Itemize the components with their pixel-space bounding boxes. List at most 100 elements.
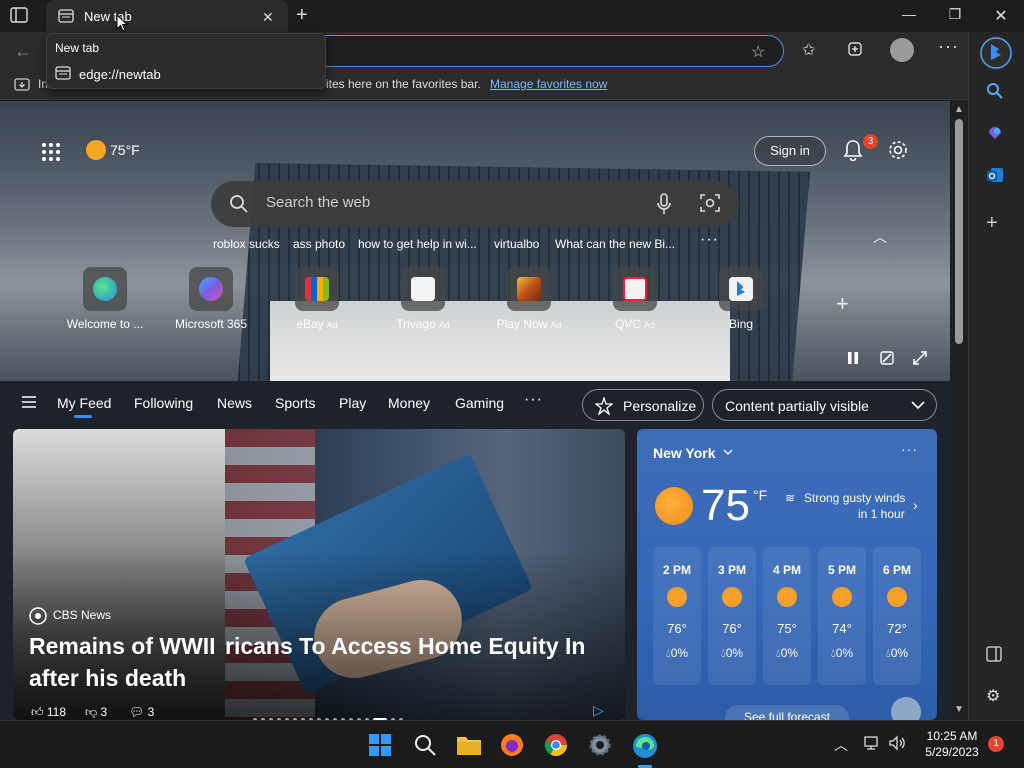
restore-button[interactable]: ❐	[939, 6, 971, 26]
tab-money[interactable]: Money	[388, 395, 430, 411]
trending-search[interactable]: roblox sucks	[213, 237, 280, 251]
hamburger-menu-icon[interactable]	[22, 396, 36, 408]
quick-link[interactable]: Microsoft 365	[161, 267, 261, 331]
trending-search[interactable]: ass photo	[293, 237, 345, 251]
weather-city[interactable]: New York	[653, 445, 716, 461]
scroll-up-arrow-icon[interactable]: ▲	[954, 104, 964, 115]
notification-center-badge[interactable]: 1	[988, 736, 1004, 752]
microsoft-365-icon[interactable]	[986, 124, 1004, 142]
hourly-forecast[interactable]: 2 PM 76° 💧︎0%	[653, 547, 701, 685]
profile-avatar[interactable]	[890, 38, 914, 62]
settings-gear-icon[interactable]	[588, 733, 612, 757]
favorites-icon[interactable]: ✩	[802, 40, 815, 60]
tab-news[interactable]: News	[217, 395, 252, 411]
weather-avatar[interactable]	[891, 697, 921, 720]
visual-search-icon[interactable]	[700, 193, 720, 213]
windows-start-icon[interactable]	[368, 733, 392, 757]
tab-my-feed[interactable]: My Feed	[57, 395, 111, 411]
add-sidebar-app-icon[interactable]: +	[986, 212, 998, 235]
trending-search[interactable]: how to get help in wi...	[358, 237, 477, 251]
collections-icon[interactable]	[846, 40, 864, 58]
web-search-box[interactable]	[211, 181, 739, 227]
scroll-thumb[interactable]	[955, 119, 963, 344]
top-story-carousel[interactable]: CBS News Remains of WWII after his death…	[13, 429, 625, 720]
outlook-icon[interactable]	[986, 166, 1004, 184]
sidebar-settings-icon[interactable]: ⚙	[986, 686, 1000, 706]
sign-in-button[interactable]: Sign in	[754, 136, 826, 166]
search-input[interactable]	[266, 194, 636, 211]
trending-search[interactable]: What can the new Bi...	[555, 237, 675, 251]
minimize-button[interactable]: —	[893, 6, 925, 26]
content-visibility-dropdown[interactable]: Content partially visible	[712, 389, 937, 421]
story-source[interactable]: CBS News	[53, 608, 111, 622]
quick-link[interactable]: Bing	[691, 267, 791, 331]
chrome-icon[interactable]	[544, 733, 568, 757]
quick-link[interactable]: Play Now Ad	[479, 267, 579, 331]
tab-following[interactable]: Following	[134, 395, 193, 411]
story-headline-left-2[interactable]: after his death	[29, 665, 186, 692]
ad-choices-icon[interactable]: ▷	[593, 702, 604, 719]
microphone-icon[interactable]	[656, 193, 672, 215]
expand-icon[interactable]	[913, 351, 927, 365]
like-button[interactable]: 👍︎ 118	[31, 705, 66, 720]
search-icon[interactable]	[986, 82, 1004, 100]
tab-play[interactable]: Play	[339, 395, 366, 411]
personalize-button[interactable]: Personalize	[582, 389, 704, 421]
hide-sidebar-icon[interactable]	[986, 646, 1002, 662]
story-headline-left[interactable]: Remains of WWII	[29, 633, 216, 660]
volume-icon[interactable]	[888, 735, 906, 751]
hourly-forecast[interactable]: 5 PM 74° 💧︎0%	[818, 547, 866, 685]
tab-gaming[interactable]: Gaming	[455, 395, 504, 411]
manage-favorites-link[interactable]: Manage favorites now	[490, 77, 607, 91]
network-icon[interactable]	[864, 735, 882, 751]
clock-date[interactable]: 5/29/2023	[910, 745, 994, 759]
scroll-down-arrow-icon[interactable]: ▼	[954, 704, 964, 715]
weather-alert-line1[interactable]: Strong gusty winds	[804, 491, 905, 505]
pause-background-icon[interactable]	[846, 351, 860, 365]
hourly-forecast[interactable]: 6 PM 72° 💧︎0%	[873, 547, 921, 685]
weather-unit[interactable]: °F	[753, 487, 767, 503]
page-settings-gear-icon[interactable]	[887, 139, 909, 161]
customize-background-icon[interactable]	[880, 351, 894, 365]
hourly-forecast[interactable]: 3 PM 76° 💧︎0%	[708, 547, 756, 685]
back-button[interactable]: ←	[14, 41, 32, 62]
hourly-forecast[interactable]: 4 PM 75° 💧︎0%	[763, 547, 811, 685]
chevron-up-icon[interactable]: ︿	[873, 227, 887, 247]
see-full-forecast-button[interactable]: See full forecast	[725, 705, 849, 720]
tab-new-tab[interactable]: New tab ✕	[46, 0, 288, 32]
bing-chat-button[interactable]	[979, 36, 1013, 70]
trending-more-icon[interactable]: ···	[700, 231, 719, 249]
weather-card[interactable]: New York ··· 75 °F ≋ Strong gusty winds …	[637, 429, 937, 720]
chevron-right-icon[interactable]: ›	[913, 497, 918, 513]
settings-more-icon[interactable]: ···	[938, 36, 959, 57]
add-quick-link-button[interactable]: +	[836, 291, 849, 317]
dislike-button[interactable]: 👎︎ 3	[85, 705, 107, 720]
weather-mini[interactable]: 75°F	[86, 140, 140, 160]
firefox-icon[interactable]	[500, 733, 524, 757]
page-scrollbar[interactable]: ▲ ▼	[950, 101, 968, 720]
apps-grid-icon[interactable]	[41, 142, 61, 162]
quick-link[interactable]: Trivago Ad	[373, 267, 473, 331]
weather-more-icon[interactable]: ···	[901, 441, 918, 457]
import-favorites-icon[interactable]	[14, 76, 30, 92]
story-headline-right[interactable]: ricans To Access Home Equity In	[225, 633, 585, 660]
tab-sports[interactable]: Sports	[275, 395, 315, 411]
chevron-up-icon[interactable]: ︿	[834, 735, 848, 755]
close-tab-icon[interactable]: ✕	[262, 9, 274, 26]
trending-search[interactable]: virtualbo	[494, 237, 539, 251]
weather-alert-line2[interactable]: in 1 hour	[858, 507, 905, 521]
file-explorer-icon[interactable]	[456, 733, 482, 757]
new-tab-button[interactable]: +	[296, 5, 308, 25]
quick-link[interactable]: QVC Ad	[585, 267, 685, 331]
add-favorite-icon[interactable]: ☆	[751, 42, 765, 62]
quick-link[interactable]: eBay Ad	[267, 267, 367, 331]
more-tabs-icon[interactable]: ···	[524, 391, 543, 409]
tab-actions-icon[interactable]	[10, 7, 30, 25]
edge-icon[interactable]	[632, 733, 658, 759]
comment-button[interactable]: 💬︎ 3	[129, 705, 154, 719]
search-icon[interactable]	[413, 733, 437, 757]
clock-time[interactable]: 10:25 AM	[910, 729, 994, 743]
carousel-indicators[interactable]	[253, 711, 407, 720]
notifications-bell-icon[interactable]	[843, 139, 863, 161]
chevron-down-icon[interactable]	[723, 449, 733, 456]
